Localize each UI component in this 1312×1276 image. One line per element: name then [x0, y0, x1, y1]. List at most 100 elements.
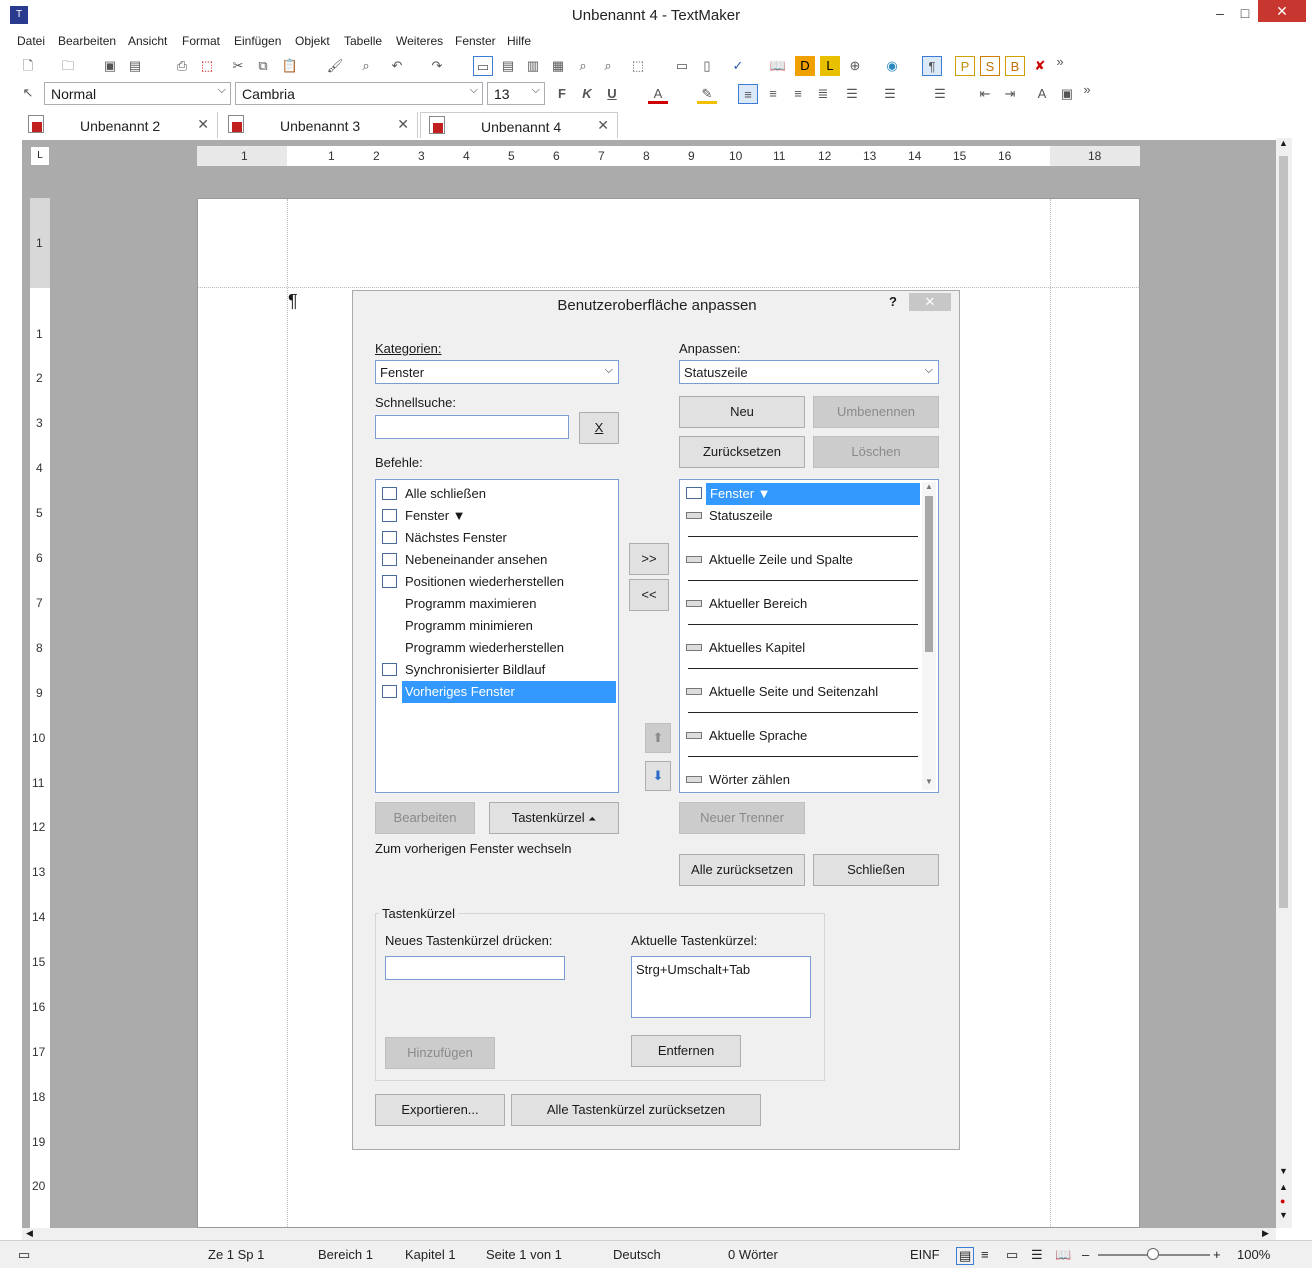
window-layout-icon[interactable]: ▭ — [18, 1247, 30, 1263]
open-folder-icon[interactable]: 🗀 — [58, 56, 78, 76]
planmaker-icon[interactable]: S — [980, 56, 1000, 76]
save-all-icon[interactable]: ▤ — [125, 56, 145, 76]
textframe-icon[interactable]: A — [1032, 84, 1052, 104]
list-item[interactable]: Nebeneinander ansehen — [376, 549, 616, 571]
neues-tastenkuerzel-input[interactable] — [385, 956, 565, 980]
book-view-icon[interactable]: 📖 — [1055, 1247, 1071, 1263]
befehle-list[interactable]: Alle schließen Fenster ▼ Nächstes Fenste… — [375, 479, 619, 793]
menu-hilfe[interactable]: Hilfe — [507, 34, 531, 48]
kategorien-select[interactable]: Fenster ⌵ — [375, 360, 619, 384]
bold-button[interactable]: F — [552, 84, 572, 104]
pilcrow-toggle-icon[interactable]: ¶ — [922, 56, 942, 76]
zoom-in-icon[interactable]: + — [1213, 1247, 1221, 1262]
dialog-close-button[interactable]: ✕ — [909, 293, 951, 311]
status-sprache[interactable]: Deutsch — [613, 1247, 661, 1262]
zoom-level[interactable]: 100% — [1237, 1247, 1270, 1262]
list-item[interactable]: Aktuelle Sprache — [684, 725, 924, 747]
numbered-list-icon[interactable]: ☰ — [880, 84, 900, 104]
master-view-icon[interactable]: ▥ — [523, 56, 543, 76]
tab-stop-selector[interactable]: L — [30, 146, 50, 166]
zoom-slider-thumb[interactable] — [1147, 1248, 1159, 1260]
zoom-icon[interactable]: ⌕ — [573, 56, 593, 76]
increase-indent-icon[interactable]: ⇥ — [1000, 84, 1020, 104]
italic-button[interactable]: K — [577, 84, 597, 104]
zoom-page-icon[interactable]: ⌕ — [598, 56, 618, 76]
vertical-ruler[interactable]: 1 1 2 3 4 5 6 7 8 9 10 11 12 13 14 15 16… — [30, 198, 50, 1228]
new-file-icon[interactable]: 🗋 — [18, 56, 38, 76]
menu-fenster[interactable]: Fenster — [455, 34, 496, 48]
list-item[interactable]: Programm minimieren — [376, 615, 616, 637]
close-button[interactable]: ✕ — [1258, 0, 1306, 22]
loeschen-button[interactable]: Löschen — [813, 436, 939, 468]
status-mode[interactable]: EINF — [910, 1247, 940, 1262]
tab-unbenannt-3[interactable]: Unbenannt 3 ✕ — [220, 112, 418, 138]
style-select[interactable]: Normal ⌵ — [44, 82, 231, 105]
add-command-button[interactable]: >> — [629, 543, 669, 575]
font-size-select[interactable]: 13 ⌵ — [487, 82, 545, 105]
schliessen-button[interactable]: Schließen — [813, 854, 939, 886]
bullet-list-icon[interactable]: ☰ — [842, 84, 862, 104]
scroll-up-icon[interactable]: ▲ — [1279, 138, 1288, 148]
scroll-left-icon[interactable]: ◀ — [26, 1228, 33, 1239]
neu-button[interactable]: Neu — [679, 396, 805, 428]
remove-command-button[interactable]: << — [629, 579, 669, 611]
frame-icon[interactable]: ⬚ — [628, 56, 648, 76]
menu-weiteres[interactable]: Weiteres — [396, 34, 443, 48]
scrollbar-thumb[interactable] — [1279, 156, 1288, 908]
field-icon[interactable]: ▭ — [672, 56, 692, 76]
list-item[interactable]: Wörter zählen — [684, 769, 924, 791]
list-item[interactable]: Aktuelles Kapitel — [684, 637, 924, 659]
umbenennen-button[interactable]: Umbenennen — [813, 396, 939, 428]
entfernen-button[interactable]: Entfernen — [631, 1035, 741, 1067]
browse-object-icon[interactable]: ● — [1280, 1196, 1285, 1206]
bearbeiten-button[interactable]: Bearbeiten — [375, 802, 475, 834]
cut-icon[interactable]: ✂ — [228, 56, 248, 76]
table-view-icon[interactable]: ▦ — [548, 56, 568, 76]
scroll-right-icon[interactable]: ▶ — [1262, 1228, 1269, 1239]
format-brush-icon[interactable]: 🖌 — [325, 56, 345, 76]
redo-icon[interactable]: ↷ — [427, 56, 447, 76]
font-color-button[interactable]: A — [648, 84, 668, 104]
pointer-icon[interactable]: ↖ — [18, 83, 38, 103]
list-item[interactable]: Positionen wiederherstellen — [376, 571, 616, 593]
zoom-out-icon[interactable]: – — [1082, 1247, 1089, 1262]
schnellsuche-input[interactable] — [375, 415, 569, 439]
scrollbar-thumb[interactable] — [925, 496, 933, 652]
globe-icon[interactable]: ⊕ — [845, 56, 865, 76]
close-icon[interactable]: ✕ — [597, 117, 609, 134]
page-view-icon[interactable]: ▭ — [473, 56, 493, 76]
list-item[interactable]: Programm maximieren — [376, 593, 616, 615]
font-select[interactable]: Cambria ⌵ — [235, 82, 483, 105]
insert-frame-icon[interactable]: ▣ — [1057, 84, 1077, 104]
horizontal-ruler[interactable]: 1 1 2 3 4 5 6 7 8 9 10 11 12 13 14 15 16… — [197, 146, 1140, 166]
underline-button[interactable]: U — [602, 84, 622, 104]
clear-search-button[interactable]: X — [579, 412, 619, 444]
scroll-down-icon[interactable]: ▼ — [925, 777, 933, 786]
list-item[interactable]: Nächstes Fenster — [376, 527, 616, 549]
print-icon[interactable]: ⎙ — [172, 56, 192, 76]
more-icon[interactable]: » — [1050, 52, 1070, 72]
master-view-icon[interactable]: ▭ — [1006, 1247, 1018, 1263]
menu-tabelle[interactable]: Tabelle — [344, 34, 382, 48]
minimize-button[interactable]: – — [1206, 2, 1234, 24]
tab-unbenannt-2[interactable]: Unbenannt 2 ✕ — [20, 112, 218, 138]
menu-datei[interactable]: Datei — [17, 34, 45, 48]
list-item[interactable]: Aktuelle Seite und Seitenzahl — [684, 681, 924, 703]
horizontal-scrollbar[interactable]: ◀ ▶ — [22, 1228, 1276, 1240]
tab-unbenannt-4[interactable]: Unbenannt 4 ✕ — [420, 112, 618, 138]
continuous-view-icon[interactable]: ≡ — [981, 1247, 989, 1262]
menu-ansicht[interactable]: Ansicht — [128, 34, 167, 48]
outline-list-icon[interactable]: ☰ — [930, 84, 950, 104]
spellcheck-icon[interactable]: ✓ — [728, 56, 748, 76]
list-item[interactable]: Fenster ▼ — [376, 505, 616, 527]
textmaker-icon[interactable]: P — [955, 56, 975, 76]
move-up-button[interactable]: ⬆ — [645, 723, 671, 753]
zuruecksetzen-button[interactable]: Zurücksetzen — [679, 436, 805, 468]
book-icon[interactable]: 📖 — [768, 56, 788, 76]
list-item[interactable]: Statuszeile — [684, 505, 924, 527]
save-icon[interactable]: ▣ — [100, 56, 120, 76]
list-item[interactable]: Aktueller Bereich — [684, 593, 924, 615]
decrease-indent-icon[interactable]: ⇤ — [975, 84, 995, 104]
menu-format[interactable]: Format — [182, 34, 220, 48]
list-item-selected[interactable]: Fenster ▼ — [684, 483, 924, 505]
